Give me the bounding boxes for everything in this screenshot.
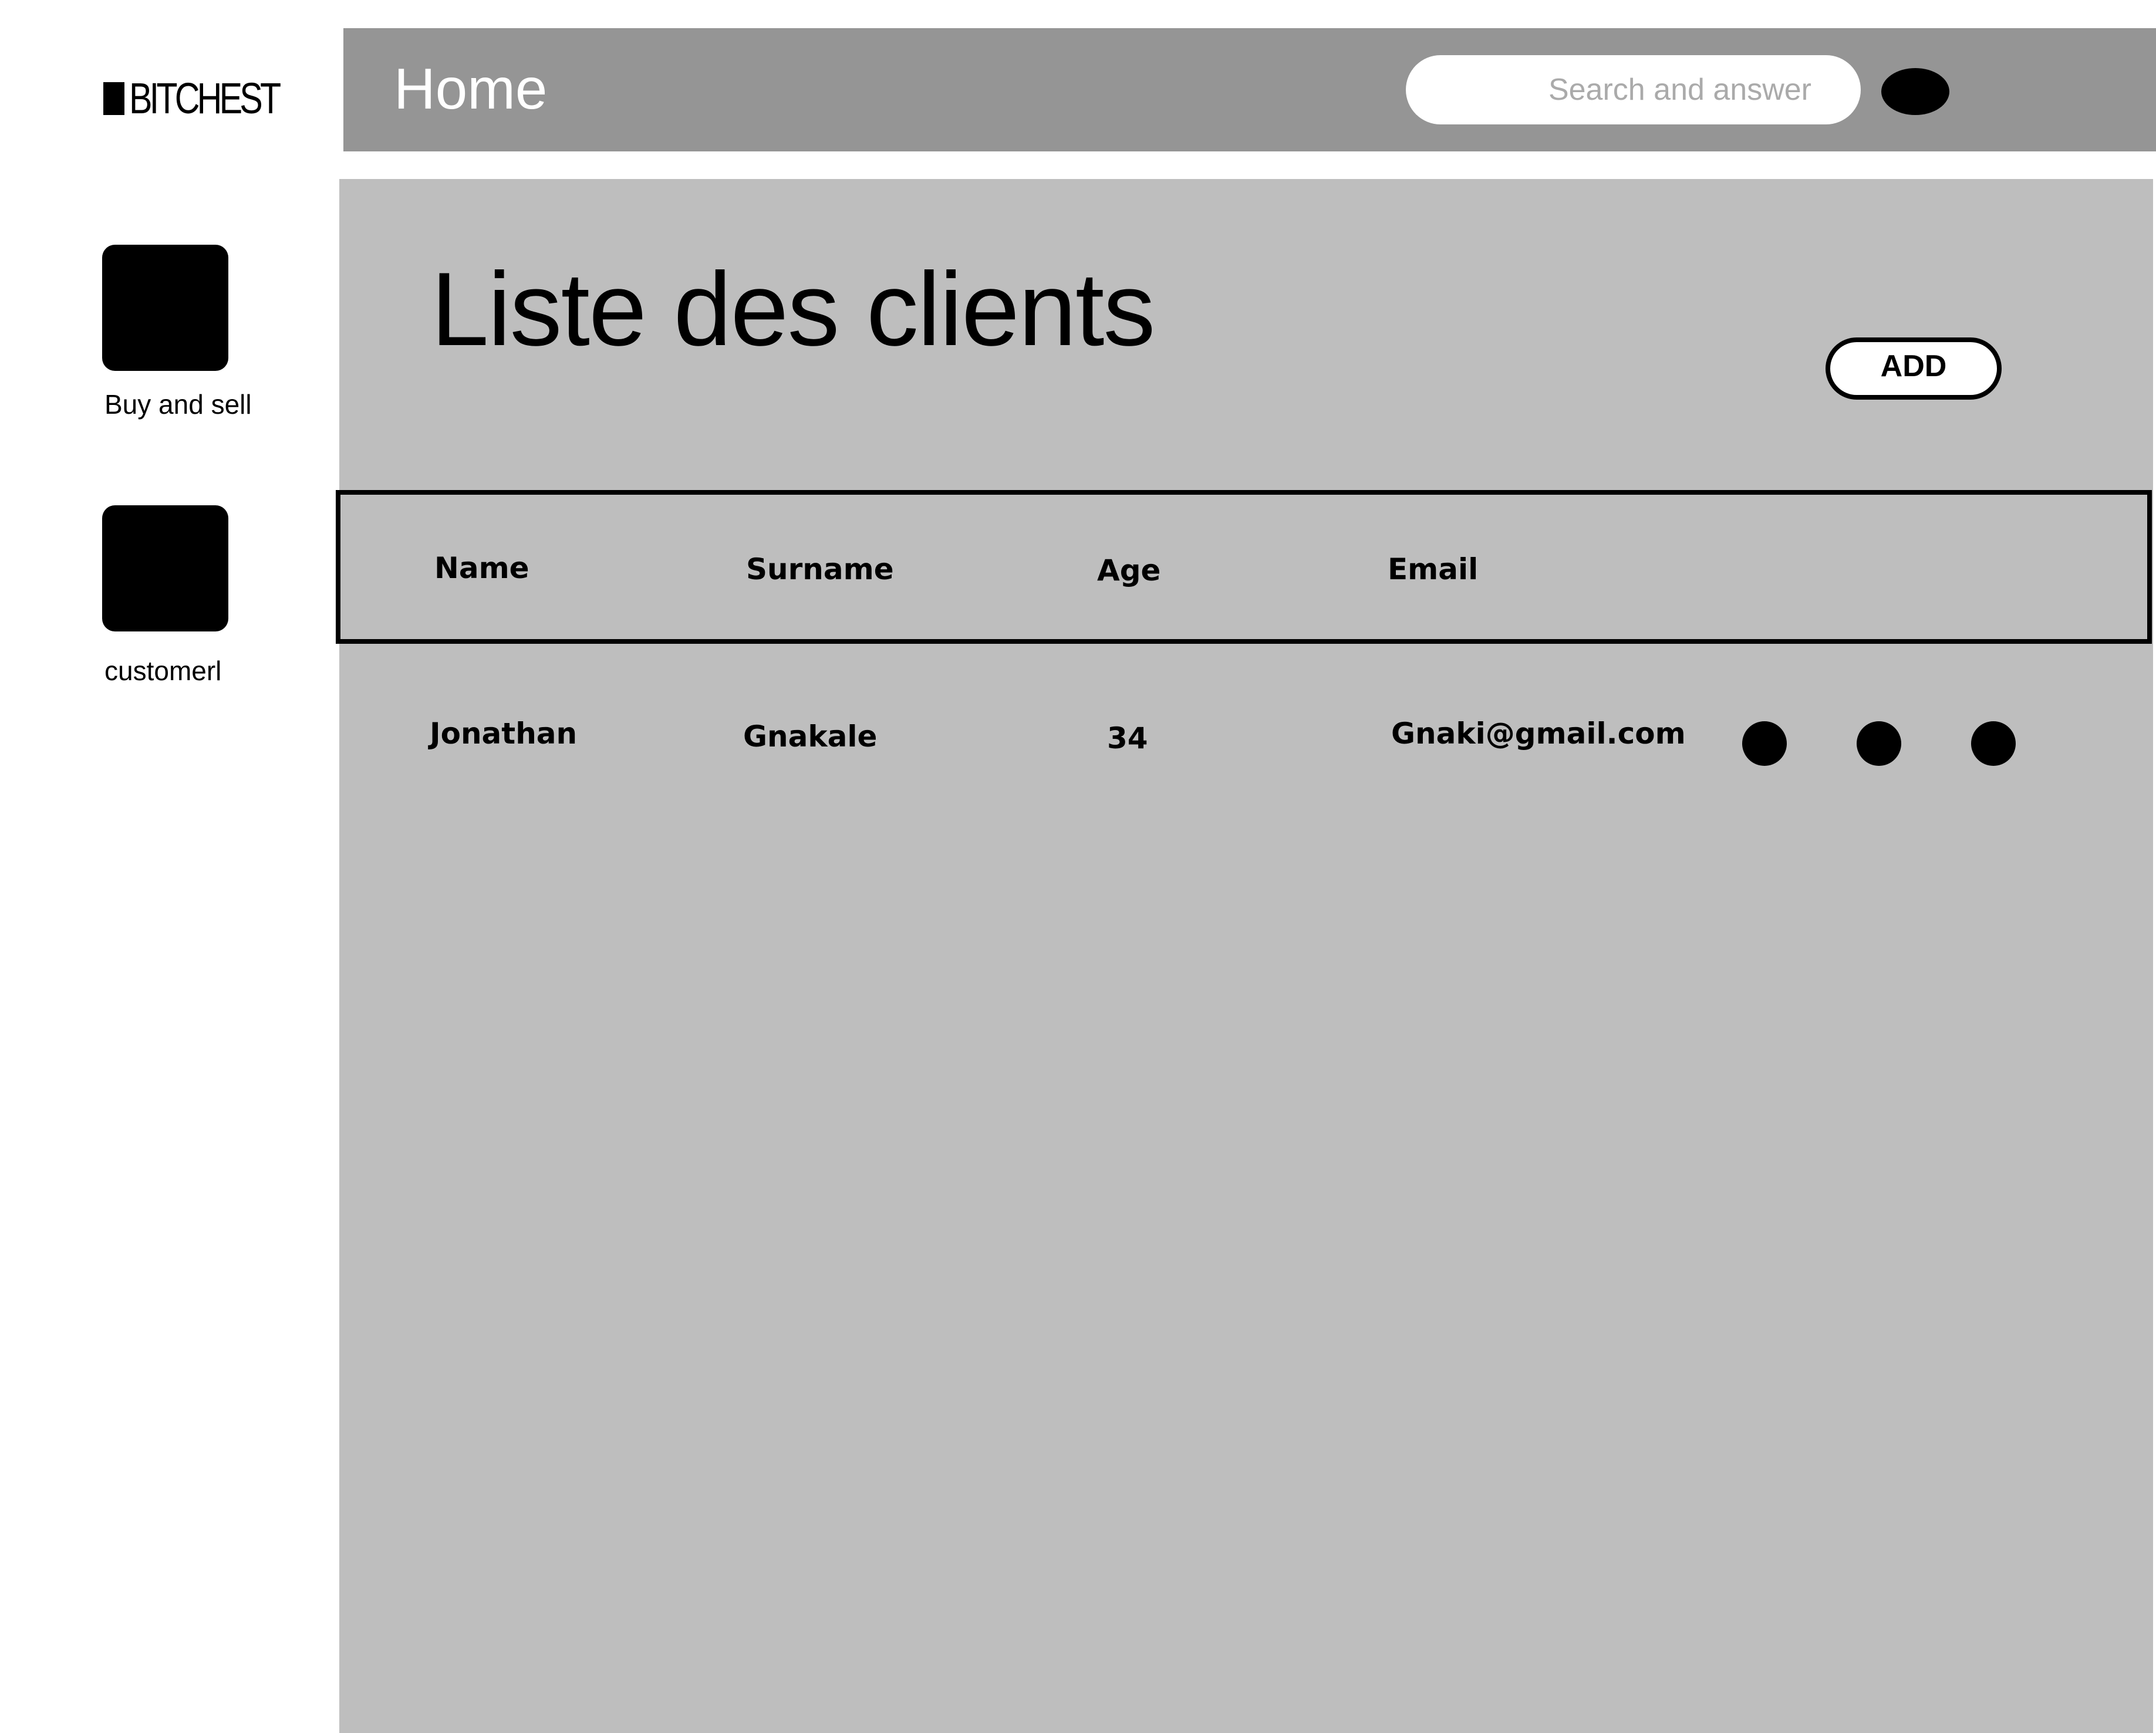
cell-surname: Gnakale xyxy=(743,719,878,754)
sidebar-item-buy-and-sell[interactable]: Buy and sell xyxy=(102,245,252,420)
search-input[interactable] xyxy=(1406,55,1861,124)
sidebar-item-label: customerl xyxy=(104,656,222,686)
logo-text: BITCHEST xyxy=(129,74,281,123)
table-header: Name Surname Age Email xyxy=(336,490,2152,644)
sidebar-item-label: Buy and sell xyxy=(104,389,252,420)
action-dot-3-icon[interactable] xyxy=(1971,721,2016,766)
column-header-name[interactable]: Name xyxy=(434,553,529,583)
column-header-surname[interactable]: Surname xyxy=(746,555,894,584)
action-dot-1-icon[interactable] xyxy=(1742,721,1787,766)
logo[interactable]: BITCHEST xyxy=(103,77,316,120)
avatar-icon[interactable] xyxy=(1881,68,1949,115)
add-button[interactable]: ADD xyxy=(1826,337,2002,400)
header-title: Home xyxy=(394,56,548,121)
action-dot-2-icon[interactable] xyxy=(1857,721,1901,766)
app-window: BITCHEST Buy and sell customerl Home Lis… xyxy=(0,0,2156,1733)
cell-age: 34 xyxy=(1107,721,1148,755)
sidebar-item-customer[interactable]: customerl xyxy=(102,505,228,686)
customer-icon[interactable] xyxy=(102,505,228,631)
page-title: Liste des clients xyxy=(431,251,1155,367)
column-header-email[interactable]: Email xyxy=(1388,555,1478,584)
cell-email: Gnaki@gmail.com xyxy=(1391,717,1686,751)
main-panel: Liste des clients ADD Name Surname Age E… xyxy=(336,179,2153,1733)
top-header: Home xyxy=(343,28,2156,151)
buy-sell-icon[interactable] xyxy=(102,245,228,371)
cell-name: Jonathan xyxy=(430,717,578,751)
logo-mark-icon xyxy=(103,82,124,115)
column-header-age[interactable]: Age xyxy=(1097,556,1160,585)
